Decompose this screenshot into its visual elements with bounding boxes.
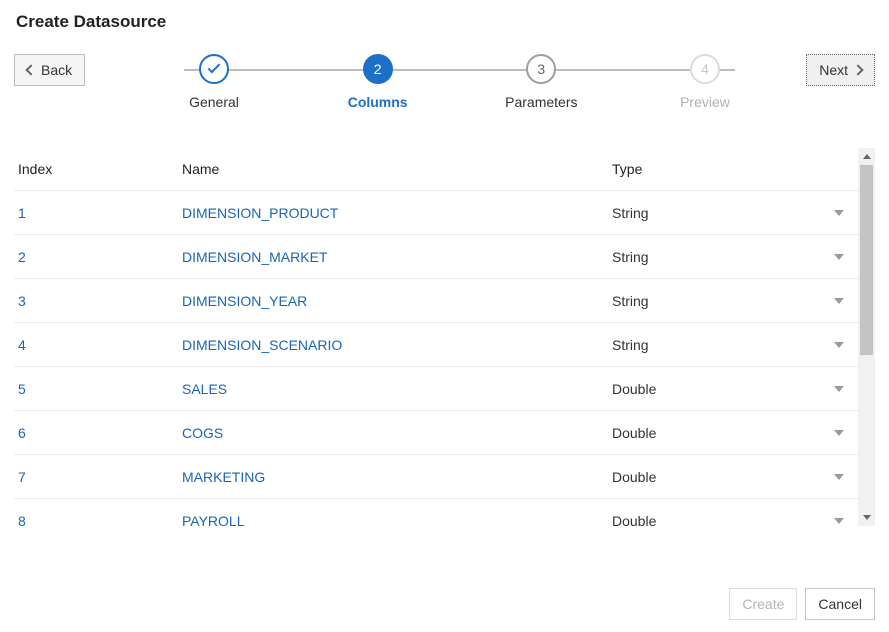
cell-type-value: Double	[612, 425, 656, 441]
table-row[interactable]: 7MARKETINGDouble	[14, 454, 858, 498]
scroll-thumb[interactable]	[860, 165, 873, 355]
step-circle: 2	[363, 54, 393, 84]
cell-index[interactable]: 6	[14, 425, 182, 441]
cell-type-dropdown[interactable]: Double	[612, 513, 850, 527]
step-circle	[199, 54, 229, 84]
cell-type-dropdown[interactable]: String	[612, 249, 850, 265]
scroll-up-button[interactable]	[858, 148, 875, 165]
caret-down-icon	[834, 518, 844, 524]
step-label: Columns	[348, 94, 408, 110]
cell-name[interactable]: SALES	[182, 381, 612, 397]
cell-index[interactable]: 2	[14, 249, 182, 265]
back-button-label: Back	[41, 62, 72, 78]
step-circle: 3	[526, 54, 556, 84]
next-button-label: Next	[819, 62, 848, 78]
step-columns: 2 Columns	[318, 54, 438, 110]
cell-name[interactable]: DIMENSION_YEAR	[182, 293, 612, 309]
cell-index[interactable]: 7	[14, 469, 182, 485]
cell-type-value: String	[612, 249, 649, 265]
page-title: Create Datasource	[16, 12, 875, 32]
cell-name[interactable]: DIMENSION_SCENARIO	[182, 337, 612, 353]
caret-down-icon	[834, 254, 844, 260]
caret-down-icon	[834, 298, 844, 304]
cancel-button[interactable]: Cancel	[805, 588, 875, 620]
cell-index[interactable]: 3	[14, 293, 182, 309]
step-general[interactable]: General	[154, 54, 274, 110]
cell-index[interactable]: 1	[14, 205, 182, 221]
cell-name[interactable]: PAYROLL	[182, 513, 612, 527]
cell-type-dropdown[interactable]: Double	[612, 381, 850, 397]
cell-index[interactable]: 5	[14, 381, 182, 397]
step-label: General	[189, 94, 239, 110]
cell-name[interactable]: DIMENSION_MARKET	[182, 249, 612, 265]
caret-up-icon	[863, 154, 871, 159]
table-row[interactable]: 5SALESDouble	[14, 366, 858, 410]
cell-name[interactable]: DIMENSION_PRODUCT	[182, 205, 612, 221]
create-button: Create	[729, 588, 797, 620]
cell-type-dropdown[interactable]: Double	[612, 469, 850, 485]
columns-table-body: 1DIMENSION_PRODUCTString2DIMENSION_MARKE…	[14, 190, 858, 526]
step-parameters[interactable]: 3 Parameters	[481, 54, 601, 110]
step-label: Preview	[680, 94, 730, 110]
back-button[interactable]: Back	[14, 54, 85, 86]
check-icon	[208, 61, 221, 74]
scroll-down-button[interactable]	[858, 509, 875, 526]
caret-down-icon	[834, 210, 844, 216]
columns-table-header: Index Name Type	[14, 148, 858, 190]
cell-type-value: String	[612, 337, 649, 353]
cell-type-dropdown[interactable]: String	[612, 205, 850, 221]
header-name: Name	[182, 161, 612, 177]
cell-type-value: String	[612, 205, 649, 221]
cell-type-dropdown[interactable]: Double	[612, 425, 850, 441]
caret-down-icon	[834, 386, 844, 392]
header-type: Type	[612, 161, 850, 177]
caret-down-icon	[834, 474, 844, 480]
cell-name[interactable]: MARKETING	[182, 469, 612, 485]
caret-down-icon	[863, 515, 871, 520]
table-row[interactable]: 3DIMENSION_YEARString	[14, 278, 858, 322]
cell-type-value: Double	[612, 469, 656, 485]
table-row[interactable]: 8PAYROLLDouble	[14, 498, 858, 526]
step-preview: 4 Preview	[645, 54, 765, 110]
table-row[interactable]: 2DIMENSION_MARKETString	[14, 234, 858, 278]
caret-down-icon	[834, 430, 844, 436]
cell-type-dropdown[interactable]: String	[612, 337, 850, 353]
cell-type-value: Double	[612, 513, 656, 527]
scroll-track[interactable]	[858, 165, 875, 509]
chevron-right-icon	[852, 64, 863, 75]
wizard-stepper: General 2 Columns 3 Parameters 4 Preview	[134, 54, 785, 110]
step-circle: 4	[690, 54, 720, 84]
table-row[interactable]: 1DIMENSION_PRODUCTString	[14, 190, 858, 234]
step-label: Parameters	[505, 94, 577, 110]
cell-index[interactable]: 8	[14, 513, 182, 527]
chevron-left-icon	[25, 64, 36, 75]
cell-type-value: Double	[612, 381, 656, 397]
header-index: Index	[14, 161, 182, 177]
cell-type-value: String	[612, 293, 649, 309]
cell-name[interactable]: COGS	[182, 425, 612, 441]
next-button[interactable]: Next	[806, 54, 875, 86]
table-row[interactable]: 4DIMENSION_SCENARIOString	[14, 322, 858, 366]
vertical-scrollbar[interactable]	[858, 148, 875, 526]
cell-index[interactable]: 4	[14, 337, 182, 353]
caret-down-icon	[834, 342, 844, 348]
cell-type-dropdown[interactable]: String	[612, 293, 850, 309]
table-row[interactable]: 6COGSDouble	[14, 410, 858, 454]
